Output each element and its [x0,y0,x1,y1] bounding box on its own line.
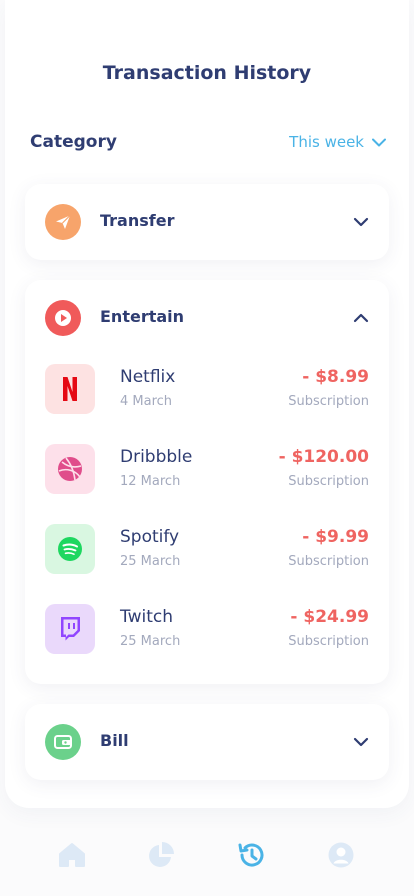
transaction-amount: - $120.00 [278,447,369,467]
profile-icon [328,842,354,868]
transaction-date: 25 March [120,554,181,569]
spotify-icon [45,524,95,574]
twitch-icon [45,604,95,654]
chevron-down-icon [372,138,386,146]
tab-home[interactable] [57,840,87,870]
transaction-type: Subscription [288,634,369,649]
netflix-icon [45,364,95,414]
transaction-date: 25 March [120,634,181,649]
transaction-type: Subscription [288,554,369,569]
transaction-name: Netflix [120,367,176,387]
category-card-bill: Bill [25,704,389,780]
category-header-bill[interactable]: Bill [25,704,389,780]
category-card-transfer: Transfer [25,184,389,260]
transaction-type: Subscription [288,474,369,489]
chevron-down-icon [353,737,369,747]
transaction-amount: - $8.99 [302,367,369,387]
page-title: Transaction History [102,62,312,84]
transaction-name: Spotify [120,527,180,547]
filter-row: Category This week [30,130,386,158]
category-header-entertain[interactable]: Entertain [25,280,389,356]
category-label-bill: Bill [100,731,129,750]
play-icon [45,300,81,336]
dribbble-icon [45,444,95,494]
transaction-date: 4 March [120,394,173,409]
paper-plane-icon [45,204,81,240]
transaction-date: 12 March [120,474,181,489]
wallet-icon [45,724,81,760]
transaction-row[interactable]: Spotify 25 March - $9.99 Subscription [45,524,369,580]
tab-profile[interactable] [326,840,356,870]
transaction-name: Twitch [120,607,173,627]
transaction-amount: - $9.99 [302,527,369,547]
category-header-transfer[interactable]: Transfer [25,184,389,260]
category-card-entertain: Entertain Netflix 4 March - $8.99 Subscr… [25,280,389,684]
transaction-name: Dribbble [120,447,193,467]
chevron-down-icon [353,217,369,227]
transaction-amount: - $24.99 [290,607,369,627]
bottom-tab-bar [0,818,414,896]
tab-statistics[interactable] [146,840,176,870]
transaction-row[interactable]: Dribbble 12 March - $120.00 Subscription [45,444,369,500]
period-dropdown[interactable]: This week [289,133,386,151]
chevron-up-icon [353,313,369,323]
history-icon [238,843,264,867]
transaction-row[interactable]: Twitch 25 March - $24.99 Subscription [45,604,369,660]
category-label-entertain: Entertain [100,307,185,326]
period-value: This week [289,133,364,151]
category-label-transfer: Transfer [100,211,175,230]
category-label: Category [30,132,117,152]
tab-history[interactable] [236,840,266,870]
transaction-row[interactable]: Netflix 4 March - $8.99 Subscription [45,364,369,420]
home-icon [59,843,85,867]
pie-chart-icon [149,842,174,867]
transaction-type: Subscription [288,394,369,409]
